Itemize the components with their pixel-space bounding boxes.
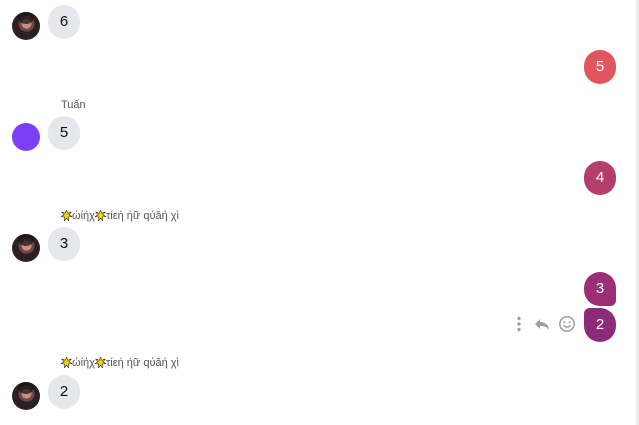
message-actions — [510, 313, 580, 335]
message-bubble-incoming[interactable]: 5 — [48, 116, 80, 150]
sender-name-part: τίεή ήữ qύăή χὶ — [105, 210, 179, 222]
message-bubble-outgoing[interactable]: 3 — [584, 272, 616, 306]
avatar[interactable] — [12, 123, 40, 151]
more-vertical-icon[interactable] — [510, 315, 528, 333]
sender-name-part: ώίήχ — [72, 357, 95, 369]
message-bubble-incoming[interactable]: 6 — [48, 5, 80, 39]
sparkle-icon — [94, 357, 106, 368]
avatar[interactable] — [12, 12, 40, 40]
message-bubble-incoming[interactable]: 2 — [48, 375, 80, 409]
sender-name: ώίήχ τίεή ήữ qύăή χὶ — [61, 356, 179, 370]
sender-name: Tuấn — [61, 99, 86, 111]
sparkle-icon — [94, 210, 106, 221]
sender-name-part: τίεή ήữ qύăή χὶ — [105, 357, 179, 369]
sparkle-icon — [61, 210, 72, 221]
message-bubble-outgoing[interactable]: 2 — [584, 308, 616, 342]
avatar[interactable] — [12, 382, 40, 410]
message-bubble-outgoing[interactable]: 5 — [584, 50, 616, 84]
reply-icon[interactable] — [533, 315, 551, 333]
sender-name: ώίήχ τίεή ήữ qύăή χὶ — [61, 209, 179, 223]
message-bubble-outgoing[interactable]: 4 — [584, 161, 616, 195]
avatar[interactable] — [12, 234, 40, 262]
sparkle-icon — [61, 357, 72, 368]
message-bubble-incoming[interactable]: 3 — [48, 227, 80, 261]
sender-name-part: ώίήχ — [72, 210, 95, 222]
emoji-icon[interactable] — [558, 315, 576, 333]
